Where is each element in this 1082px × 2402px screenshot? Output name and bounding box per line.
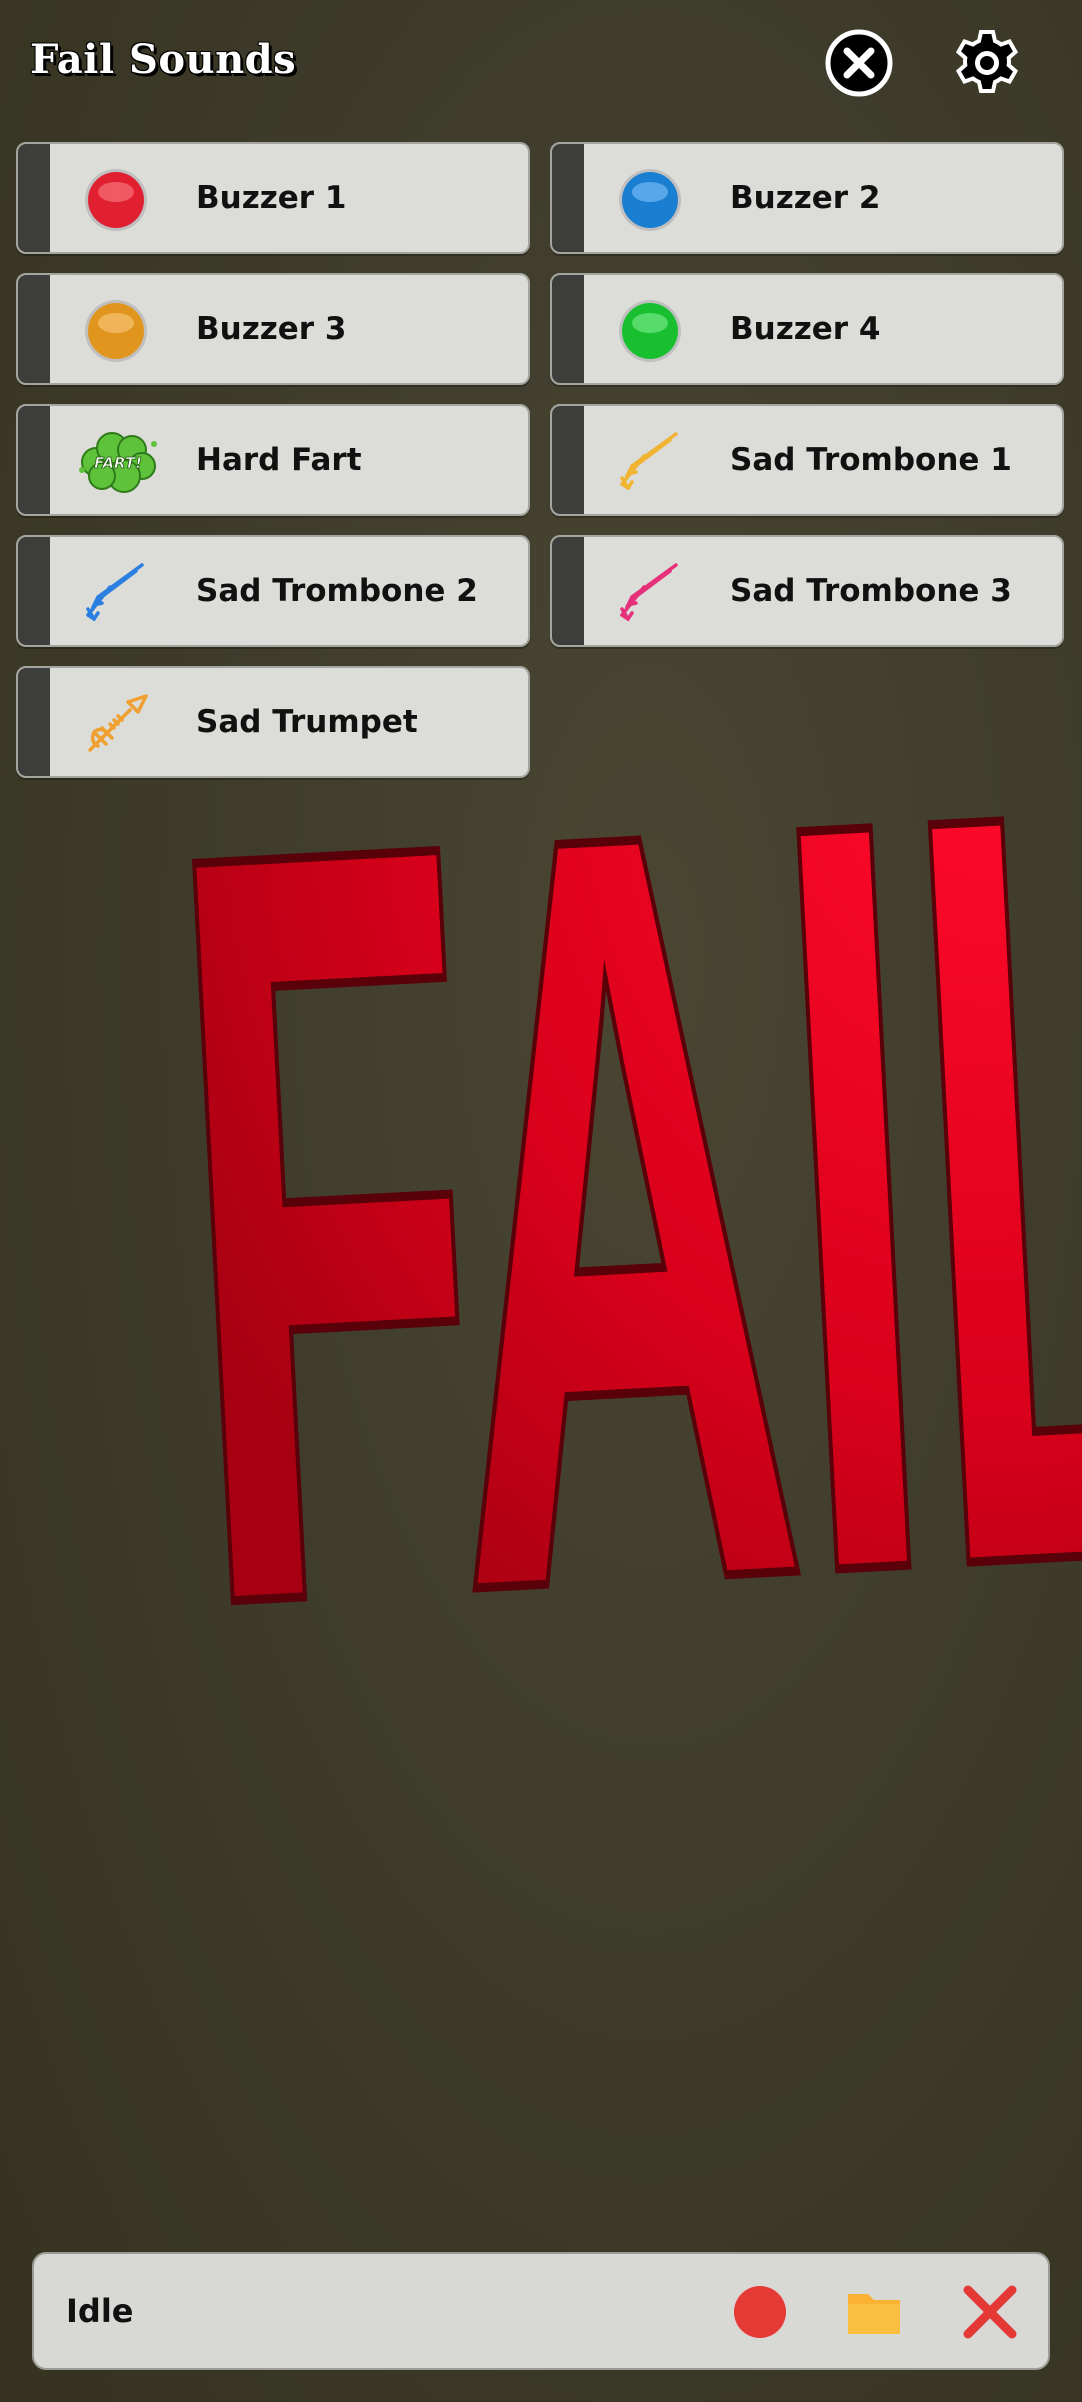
sound-label: Sad Trombone 3 [730, 573, 1012, 609]
sound-label: Buzzer 2 [730, 180, 881, 216]
fail-background-art: FAIL [142, 780, 1082, 1640]
sound-label: Buzzer 3 [196, 311, 347, 347]
sound-label: Sad Trumpet [196, 704, 418, 740]
folder-icon[interactable] [846, 2284, 902, 2340]
sound-label: Sad Trombone 1 [730, 442, 1012, 478]
green-buzzer-icon [619, 300, 681, 362]
trumpet-icon [88, 694, 148, 752]
sound-button-sad-trombone-3[interactable]: Sad Trombone 3 [550, 535, 1064, 647]
button-strip [18, 406, 50, 514]
sound-button-buzzer-4[interactable]: Buzzer 4 [550, 273, 1064, 385]
button-strip [552, 406, 584, 514]
record-icon[interactable] [732, 2284, 788, 2340]
sound-button-sad-trombone-1[interactable]: Sad Trombone 1 [550, 404, 1064, 516]
blue-buzzer-icon [619, 169, 681, 231]
sound-button-sad-trumpet[interactable]: Sad Trumpet [16, 666, 530, 778]
trombone-icon [620, 432, 678, 491]
sound-button-hard-fart[interactable]: FART! Hard Fart [16, 404, 530, 516]
sound-label: Buzzer 4 [730, 311, 881, 347]
orange-buzzer-icon [85, 300, 147, 362]
button-strip [552, 537, 584, 645]
button-strip [552, 144, 584, 252]
button-strip [552, 275, 584, 383]
button-strip [18, 668, 50, 776]
sound-button-buzzer-3[interactable]: Buzzer 3 [16, 273, 530, 385]
sound-button-buzzer-1[interactable]: Buzzer 1 [16, 142, 530, 254]
button-strip [18, 537, 50, 645]
fail-text: FAIL [153, 780, 1082, 1640]
gear-icon[interactable] [950, 26, 1024, 100]
sound-button-sad-trombone-2[interactable]: Sad Trombone 2 [16, 535, 530, 647]
sound-label: Buzzer 1 [196, 180, 347, 216]
sound-label: Sad Trombone 2 [196, 573, 478, 609]
trombone-icon [620, 563, 678, 622]
app-title: Fail Sounds [30, 36, 297, 83]
status-text: Idle [66, 2292, 134, 2330]
fart-cloud-icon: FART! [79, 432, 157, 493]
close-circle-icon[interactable] [822, 26, 896, 100]
red-buzzer-icon [85, 169, 147, 231]
sound-label: Hard Fart [196, 442, 362, 478]
button-strip [18, 275, 50, 383]
stop-x-icon[interactable] [962, 2284, 1018, 2340]
player-status-bar: Idle [32, 2252, 1050, 2370]
fart-icon-text: FART! [94, 454, 142, 472]
button-strip [18, 144, 50, 252]
trombone-icon [86, 563, 144, 622]
sound-button-buzzer-2[interactable]: Buzzer 2 [550, 142, 1064, 254]
